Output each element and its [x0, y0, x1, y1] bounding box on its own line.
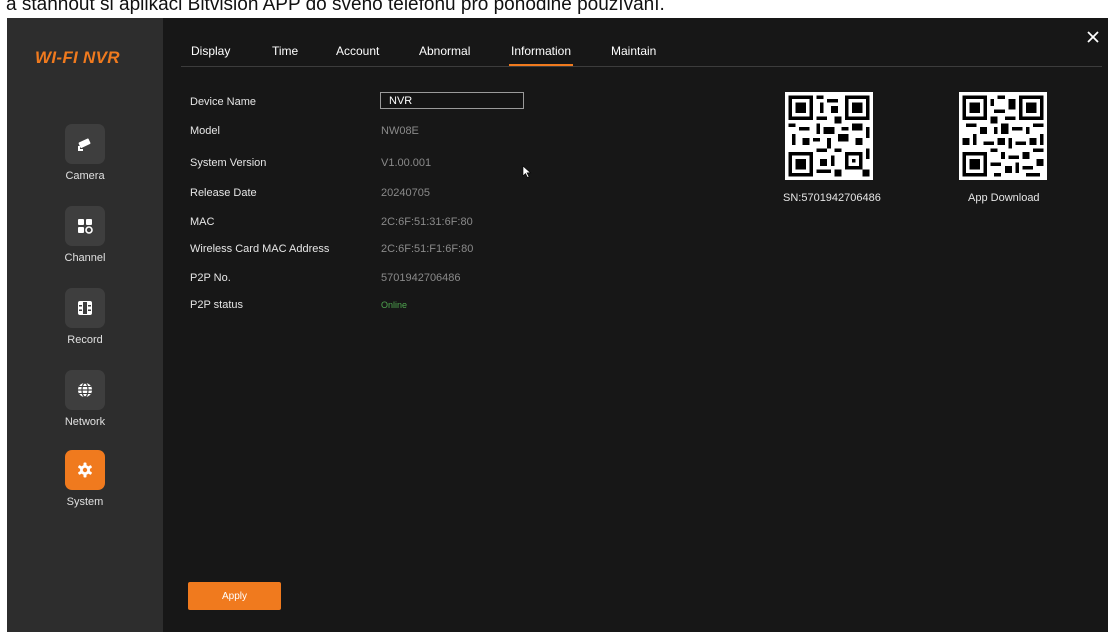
camera-icon	[65, 124, 105, 164]
sidebar-item-label: System	[66, 496, 104, 508]
sidebar-item-label: Channel	[64, 252, 106, 264]
app-download-caption: App Download	[968, 192, 1040, 204]
active-tab-indicator	[509, 64, 574, 66]
sidebar: WI-FI NVR Camera Channel Record Network …	[7, 18, 163, 632]
model-label: Model	[190, 125, 220, 137]
tab-maintain[interactable]: Maintain	[611, 44, 656, 58]
device-name-label: Device Name	[190, 96, 257, 108]
p2p-status-label: P2P status	[190, 299, 243, 311]
device-name-input[interactable]	[380, 92, 524, 109]
film-icon	[65, 288, 105, 328]
sn-qr-code	[785, 92, 873, 180]
p2p-status-value: Online	[381, 300, 408, 310]
sidebar-item-channel[interactable]: Channel	[55, 206, 115, 264]
tab-bar: Display Time Account Abnormal Informatio…	[181, 32, 1102, 67]
wireless-mac-label: Wireless Card MAC Address	[190, 243, 330, 255]
mouse-cursor-icon	[522, 165, 532, 178]
tab-account[interactable]: Account	[336, 44, 379, 58]
mac-label: MAC	[190, 216, 215, 228]
nvr-window: WI-FI NVR Camera Channel Record Network …	[7, 18, 1108, 632]
app-logo: WI-FI NVR	[35, 48, 120, 67]
wireless-mac-value: 2C:6F:51:F1:6F:80	[381, 243, 474, 255]
tab-information-label: Information	[511, 44, 572, 58]
app-download-qr-code	[959, 92, 1047, 180]
tab-abnormal[interactable]: Abnormal	[419, 44, 470, 58]
sidebar-item-network[interactable]: Network	[55, 370, 115, 428]
caption-text: a stáhnout si aplikaci Bitvision APP do …	[6, 0, 665, 15]
system-version-label: System Version	[190, 157, 267, 169]
sidebar-item-label: Record	[67, 334, 103, 346]
tab-information[interactable]: Information	[509, 44, 574, 66]
sidebar-item-record[interactable]: Record	[55, 288, 115, 346]
apply-button[interactable]: Apply	[188, 582, 281, 610]
gear-icon	[65, 450, 105, 490]
sidebar-item-label: Network	[64, 416, 106, 428]
sn-caption: SN:5701942706486	[783, 192, 881, 204]
release-date-label: Release Date	[190, 187, 257, 199]
grid-icon	[65, 206, 105, 246]
globe-icon	[65, 370, 105, 410]
p2p-no-label: P2P No.	[190, 272, 231, 284]
release-date-value: 20240705	[381, 187, 430, 199]
sidebar-item-label: Camera	[65, 170, 105, 182]
tab-display[interactable]: Display	[191, 44, 230, 58]
model-value: NW08E	[381, 125, 419, 137]
p2p-no-value: 5701942706486	[381, 272, 461, 284]
mac-value: 2C:6F:51:31:6F:80	[381, 216, 473, 228]
system-version-value: V1.00.001	[381, 157, 432, 169]
sidebar-item-system[interactable]: System	[55, 450, 115, 508]
tab-time[interactable]: Time	[272, 44, 298, 58]
sidebar-item-camera[interactable]: Camera	[55, 124, 115, 182]
